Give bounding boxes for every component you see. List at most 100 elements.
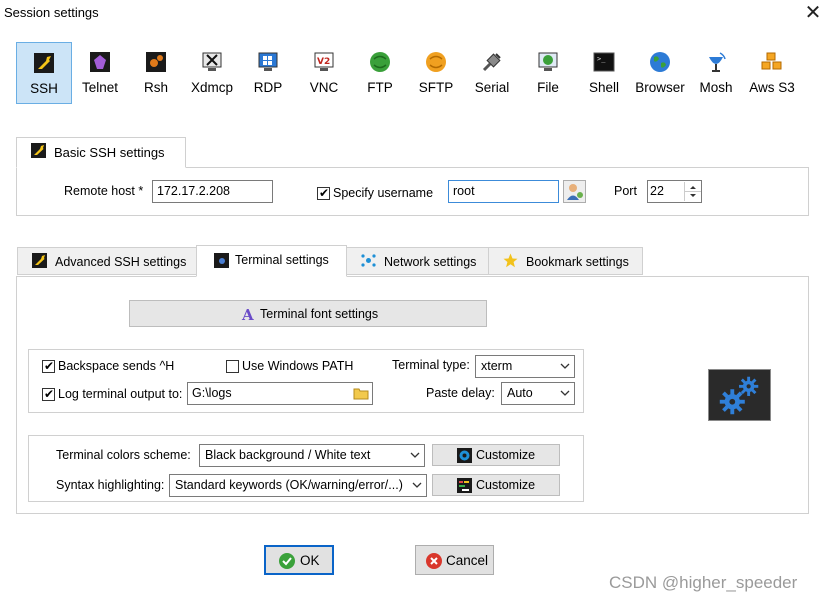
svg-text:V2: V2 xyxy=(317,57,330,67)
terminal-icon xyxy=(214,253,229,268)
cancel-icon xyxy=(426,553,442,569)
gears-icon xyxy=(719,376,759,415)
protocol-label: Telnet xyxy=(81,80,119,95)
protocol-label: File xyxy=(537,80,559,95)
customize-colors-button[interactable]: Customize xyxy=(432,444,560,466)
protocol-ftp[interactable]: FTP xyxy=(352,42,408,104)
remote-host-input[interactable]: 172.17.2.208 xyxy=(152,180,273,203)
protocol-label: Rsh xyxy=(143,80,168,95)
xdmcp-icon xyxy=(202,52,222,71)
network-icon xyxy=(361,254,376,267)
customize-colors-label: Customize xyxy=(476,448,536,462)
customize-syntax-button[interactable]: Customize xyxy=(432,474,560,496)
colors-scheme-select[interactable]: Black background / White text xyxy=(199,444,425,467)
protocol-label: Serial xyxy=(474,80,510,95)
tab-advanced-ssh-settings[interactable]: Advanced SSH settings xyxy=(17,247,197,275)
specify-username-label: Specify username xyxy=(333,186,434,200)
protocol-xdmcp[interactable]: Xdmcp xyxy=(184,42,240,104)
paste-delay-value: Auto xyxy=(507,386,533,400)
paste-delay-select[interactable]: Auto xyxy=(501,382,575,405)
protocol-label: Mosh xyxy=(699,80,733,95)
customize-syntax-label: Customize xyxy=(476,478,536,492)
protocol-rdp[interactable]: RDP xyxy=(240,42,296,104)
protocol-vnc[interactable]: V2 VNC xyxy=(296,42,352,104)
syntax-highlighting-value: Standard keywords (OK/warning/error/...) xyxy=(175,478,403,492)
protocol-sftp[interactable]: SFTP xyxy=(408,42,464,104)
protocol-label: SFTP xyxy=(418,80,454,95)
windows-path-checkbox[interactable] xyxy=(226,360,239,373)
paste-delay-label: Paste delay: xyxy=(426,386,495,400)
cancel-button[interactable]: Cancel xyxy=(415,545,494,575)
protocol-browser[interactable]: Browser xyxy=(632,42,688,104)
port-stepper[interactable] xyxy=(684,182,701,201)
backspace-checkbox[interactable]: ✔ xyxy=(42,359,55,373)
wrench-icon xyxy=(32,253,47,268)
stepper-arrows-icon xyxy=(685,186,701,197)
tab-label: Terminal settings xyxy=(235,253,329,267)
protocol-label: SSH xyxy=(30,81,58,96)
protocol-label: Browser xyxy=(635,80,685,95)
protocol-mosh[interactable]: Mosh xyxy=(688,42,744,104)
username-input[interactable]: root xyxy=(448,180,559,203)
rdp-icon xyxy=(258,52,278,71)
user-icon xyxy=(567,184,583,200)
protocol-label: VNC xyxy=(309,80,339,95)
log-output-label: Log terminal output to: xyxy=(58,387,183,401)
protocol-aws-s3[interactable]: Aws S3 xyxy=(744,42,800,104)
tab-network-settings[interactable]: Network settings xyxy=(346,247,489,275)
aws-icon xyxy=(761,52,782,70)
watermark-text: CSDN @higher_speeder xyxy=(609,573,798,592)
wrench-icon xyxy=(31,143,46,158)
check-icon xyxy=(279,553,295,569)
close-icon[interactable]: ✕ xyxy=(803,3,823,23)
chevron-down-icon xyxy=(412,482,422,488)
protocol-label: Xdmcp xyxy=(190,80,234,95)
tab-label: Basic SSH settings xyxy=(54,145,165,160)
serial-icon xyxy=(482,53,501,72)
protocol-label: Aws S3 xyxy=(749,80,795,95)
log-path-input[interactable]: G:\logs xyxy=(187,382,373,405)
vnc-icon: V2 xyxy=(314,52,334,71)
globe-icon xyxy=(650,52,670,72)
ok-label: OK xyxy=(300,553,320,568)
syntax-icon xyxy=(457,478,472,493)
remote-host-label: Remote host * xyxy=(64,184,144,198)
port-input[interactable]: 22 xyxy=(647,180,702,203)
protocol-serial[interactable]: Serial xyxy=(464,42,520,104)
ftp-icon xyxy=(370,52,390,72)
file-icon xyxy=(538,52,558,71)
svg-text:>_: >_ xyxy=(597,55,606,63)
protocol-ssh[interactable]: SSH xyxy=(16,42,72,104)
folder-icon[interactable] xyxy=(353,386,369,400)
backspace-label: Backspace sends ^H xyxy=(58,359,175,373)
tab-label: Network settings xyxy=(384,255,477,269)
protocol-shell[interactable]: >_ Shell xyxy=(576,42,632,104)
tab-terminal-settings[interactable]: Terminal settings xyxy=(196,245,347,277)
specify-username-checkbox[interactable]: ✔ xyxy=(317,186,330,200)
tab-basic-ssh-settings[interactable]: Basic SSH settings xyxy=(16,137,186,168)
port-value: 22 xyxy=(650,184,664,198)
palette-icon xyxy=(457,448,472,463)
log-output-checkbox[interactable]: ✔ xyxy=(42,387,55,401)
terminal-type-select[interactable]: xterm xyxy=(475,355,575,378)
ok-button[interactable]: OK xyxy=(264,545,334,575)
protocol-label: RDP xyxy=(253,80,283,95)
settings-gears-image xyxy=(708,369,771,421)
syntax-highlighting-select[interactable]: Standard keywords (OK/warning/error/...) xyxy=(169,474,427,497)
telnet-icon xyxy=(90,52,110,72)
user-manager-button[interactable] xyxy=(563,180,586,203)
tab-bookmark-settings[interactable]: Bookmark settings xyxy=(488,247,643,275)
sftp-icon xyxy=(426,52,446,72)
terminal-type-label: Terminal type: xyxy=(392,358,470,372)
protocol-telnet[interactable]: Telnet xyxy=(72,42,128,104)
protocol-rsh[interactable]: Rsh xyxy=(128,42,184,104)
svg-text:A: A xyxy=(241,306,254,322)
chevron-down-icon xyxy=(410,452,420,458)
tab-label: Bookmark settings xyxy=(526,255,629,269)
protocol-file[interactable]: File xyxy=(520,42,576,104)
terminal-font-settings-button[interactable]: A Terminal font settings xyxy=(129,300,487,327)
rsh-icon xyxy=(146,52,166,72)
window-title: Session settings xyxy=(4,5,99,20)
mosh-icon xyxy=(709,52,726,72)
font-icon: A xyxy=(241,306,254,322)
